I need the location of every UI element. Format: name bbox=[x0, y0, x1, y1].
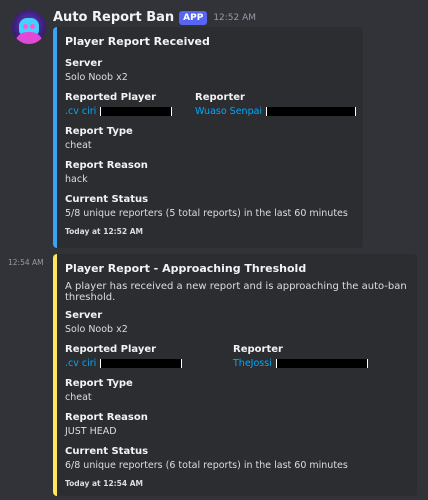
redacted-box bbox=[266, 107, 357, 116]
report-embed-received: Player Report Received Server Solo Noob … bbox=[53, 27, 363, 248]
redacted-box bbox=[100, 107, 173, 116]
redacted-box bbox=[275, 359, 368, 368]
field-server: Server Solo Noob x2 bbox=[65, 58, 128, 83]
redacted-box bbox=[100, 359, 183, 368]
reported-player-link[interactable]: .cv ciri bbox=[65, 358, 96, 369]
field-reporter: Reporter TheJossi bbox=[233, 343, 368, 371]
reported-player-link[interactable]: .cv ciri bbox=[65, 106, 96, 117]
field-report-type: Report Type cheat bbox=[65, 126, 133, 151]
field-report-reason: Report Reason JUST HEAD bbox=[65, 412, 148, 437]
field-reported-player: Reported Player .cv ciri bbox=[65, 343, 233, 371]
bot-name[interactable]: Auto Report Ban bbox=[53, 10, 174, 25]
message-timestamp[interactable]: 12:52 AM bbox=[213, 13, 256, 23]
embed-footer-timestamp: Today at 12:54 AM bbox=[65, 479, 143, 488]
field-reporter: Reporter Wuaso Senpai bbox=[195, 91, 357, 119]
field-reported-player: Reported Player .cv ciri bbox=[65, 91, 195, 119]
embed-title: Player Report - Approaching Threshold bbox=[65, 262, 307, 275]
reporter-link[interactable]: Wuaso Senpai bbox=[195, 106, 262, 117]
field-report-reason: Report Reason hack bbox=[65, 160, 148, 185]
field-server: Server Solo Noob x2 bbox=[65, 310, 128, 335]
embed-title: Player Report Received bbox=[65, 35, 210, 48]
embed-description: A player has received a new report and i… bbox=[65, 281, 407, 303]
report-embed-threshold: Player Report - Approaching Threshold A … bbox=[53, 254, 417, 496]
field-current-status: Current Status 6/8 unique reporters (6 t… bbox=[65, 446, 348, 471]
bot-avatar[interactable] bbox=[12, 10, 46, 44]
hover-timestamp[interactable]: 12:54 AM bbox=[8, 258, 44, 267]
embed-footer-timestamp: Today at 12:52 AM bbox=[65, 227, 143, 236]
reporter-link[interactable]: TheJossi bbox=[233, 358, 272, 369]
field-report-type: Report Type cheat bbox=[65, 378, 133, 403]
app-badge: APP bbox=[179, 10, 208, 25]
field-current-status: Current Status 5/8 unique reporters (5 t… bbox=[65, 194, 348, 219]
